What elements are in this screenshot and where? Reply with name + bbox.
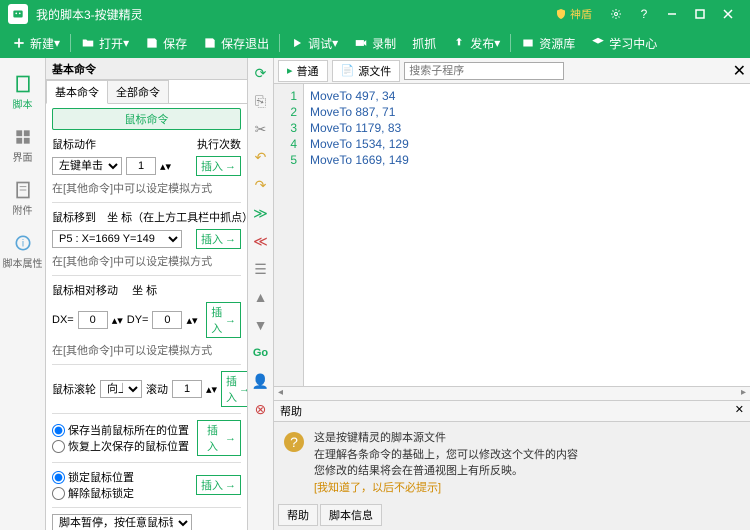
- insert-button[interactable]: 插入: [196, 229, 241, 249]
- dy-input[interactable]: [152, 311, 182, 329]
- wheel-dir-select[interactable]: 向上: [100, 380, 142, 398]
- help-close-icon[interactable]: ✕: [735, 403, 744, 419]
- pause-key-select[interactable]: 脚本暂停，按任意鼠标键继续: [52, 514, 192, 530]
- sidebar-ui[interactable]: 界面: [0, 119, 45, 172]
- help-title: 帮助: [280, 403, 302, 419]
- settings-icon[interactable]: [602, 4, 630, 24]
- vbtn-up[interactable]: ▲: [252, 288, 270, 306]
- learn-button[interactable]: 学习中心: [583, 35, 665, 52]
- dx-input[interactable]: [78, 311, 108, 329]
- vbtn-undo[interactable]: ↶: [252, 148, 270, 166]
- mouse-action-select[interactable]: 左键单击: [52, 157, 122, 175]
- vbtn-user[interactable]: 👤: [252, 372, 270, 390]
- footer-tab-info[interactable]: 脚本信息: [320, 504, 382, 526]
- group-mouse[interactable]: 鼠标命令: [52, 108, 241, 130]
- catch-button[interactable]: 抓抓: [404, 35, 444, 52]
- insert-button[interactable]: 插入: [196, 475, 241, 495]
- footer-tab-help[interactable]: 帮助: [278, 504, 318, 526]
- maximize-button[interactable]: [686, 4, 714, 24]
- search-sub-input[interactable]: [404, 62, 564, 80]
- radio-save-pos[interactable]: [52, 424, 65, 437]
- codetab-source[interactable]: 📄源文件: [332, 60, 401, 82]
- codetab-normal[interactable]: ▸普通: [278, 60, 328, 82]
- svg-text:?: ?: [290, 434, 298, 450]
- insert-button[interactable]: 插入: [221, 371, 247, 407]
- vbtn-reload[interactable]: ⟳: [252, 64, 270, 82]
- vbtn-bookmark[interactable]: ☰: [252, 260, 270, 278]
- close-tab-icon[interactable]: ✕: [733, 61, 746, 81]
- open-button[interactable]: 打开 ▾: [73, 35, 137, 52]
- radio-restore-pos[interactable]: [52, 440, 65, 453]
- panel-header: 基本命令: [46, 58, 247, 80]
- record-button[interactable]: 录制: [346, 35, 404, 52]
- saveexit-button[interactable]: 保存退出: [195, 35, 277, 52]
- insert-button[interactable]: 插入: [206, 302, 241, 338]
- minimize-button[interactable]: [658, 4, 686, 24]
- moveto-coord-select[interactable]: P5 : X=1669 Y=149: [52, 230, 182, 248]
- sidebar-attach[interactable]: 附件: [0, 172, 45, 225]
- vbtn-copy[interactable]: ⎘: [252, 92, 270, 110]
- radio-unlock[interactable]: [52, 487, 65, 500]
- vbtn-redo[interactable]: ↷: [252, 176, 270, 194]
- vbtn-x[interactable]: ⊗: [252, 400, 270, 418]
- sidebar-script[interactable]: 脚本: [0, 66, 45, 119]
- close-button[interactable]: [714, 4, 742, 24]
- app-logo: [8, 4, 28, 24]
- tab-all[interactable]: 全部命令: [107, 80, 169, 103]
- publish-button[interactable]: 发布 ▾: [444, 35, 508, 52]
- vbtn-cut[interactable]: ✂: [252, 120, 270, 138]
- help-icon[interactable]: ?: [630, 4, 658, 24]
- shendun-badge[interactable]: 神盾: [555, 6, 592, 22]
- new-button[interactable]: 新建 ▾: [4, 35, 68, 52]
- tab-basic[interactable]: 基本命令: [46, 80, 108, 104]
- window-title: 我的脚本3-按键精灵: [36, 6, 555, 23]
- insert-button[interactable]: 插入: [197, 420, 241, 456]
- save-button[interactable]: 保存: [137, 35, 195, 52]
- help-icon: ?: [282, 430, 306, 454]
- vbtn-down[interactable]: ▼: [252, 316, 270, 334]
- vbtn-outdent[interactable]: ≪: [252, 232, 270, 250]
- resources-button[interactable]: 资源库: [513, 35, 583, 52]
- svg-text:i: i: [21, 238, 23, 249]
- exec-count-input[interactable]: [126, 157, 156, 175]
- vbtn-indent[interactable]: ≫: [252, 204, 270, 222]
- sidebar-props[interactable]: i脚本属性: [0, 225, 45, 278]
- code-editor[interactable]: 12345 MoveTo 497, 34MoveTo 887, 71MoveTo…: [274, 84, 750, 386]
- insert-button[interactable]: 插入: [196, 156, 241, 176]
- vbtn-go[interactable]: Go: [252, 344, 270, 362]
- help-dismiss-link[interactable]: [我知道了，以后不必提示]: [314, 480, 578, 497]
- wheel-step-input[interactable]: [172, 380, 202, 398]
- debug-button[interactable]: 调试 ▾: [282, 35, 346, 52]
- radio-lock[interactable]: [52, 471, 65, 484]
